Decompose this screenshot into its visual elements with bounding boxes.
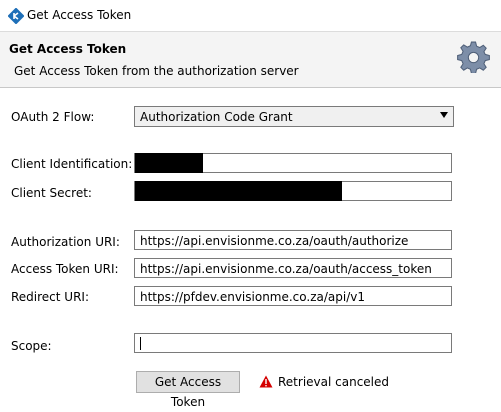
client-secret-label: Client Secret: — [11, 186, 92, 200]
get-access-token-button[interactable]: Get Access Token — [136, 371, 240, 409]
oauth-flow-label: OAuth 2 Flow: — [11, 110, 95, 124]
auth-uri-value: https://api.envisionme.co.za/oauth/autho… — [140, 234, 409, 248]
token-uri-field[interactable]: https://api.envisionme.co.za/oauth/acces… — [134, 258, 452, 278]
redacted-block — [135, 181, 342, 201]
redirect-uri-field[interactable]: https://pfdev.envisionme.co.za/api/v1 — [134, 286, 452, 306]
auth-uri-label: Authorization URI: — [11, 235, 120, 249]
app-icon — [8, 8, 24, 24]
client-secret-field[interactable] — [134, 181, 452, 201]
window-titlebar: Get Access Token — [0, 0, 501, 32]
client-id-label: Client Identification: — [11, 157, 133, 171]
scope-label: Scope: — [11, 339, 52, 353]
redacted-block — [135, 153, 203, 173]
auth-uri-field[interactable]: https://api.envisionme.co.za/oauth/autho… — [134, 230, 452, 250]
warning-icon — [259, 375, 273, 388]
status-text: Retrieval canceled — [278, 375, 390, 389]
text-caret — [140, 337, 141, 350]
oauth-flow-select[interactable]: Authorization Code Grant — [134, 106, 454, 127]
dialog-header: Get Access Token Get Access Token from t… — [0, 32, 501, 88]
redirect-uri-value: https://pfdev.envisionme.co.za/api/v1 — [140, 290, 366, 304]
client-id-field[interactable] — [134, 153, 452, 173]
header-subtitle: Get Access Token from the authorization … — [14, 64, 299, 78]
oauth-flow-value: Authorization Code Grant — [140, 110, 293, 124]
gear-icon — [457, 41, 490, 73]
redirect-uri-label: Redirect URI: — [11, 290, 90, 304]
chevron-down-icon — [440, 112, 448, 118]
window-title: Get Access Token — [27, 8, 132, 22]
token-uri-value: https://api.envisionme.co.za/oauth/acces… — [140, 262, 432, 276]
scope-field[interactable] — [134, 333, 452, 353]
token-uri-label: Access Token URI: — [11, 262, 119, 276]
header-title: Get Access Token — [9, 42, 127, 56]
